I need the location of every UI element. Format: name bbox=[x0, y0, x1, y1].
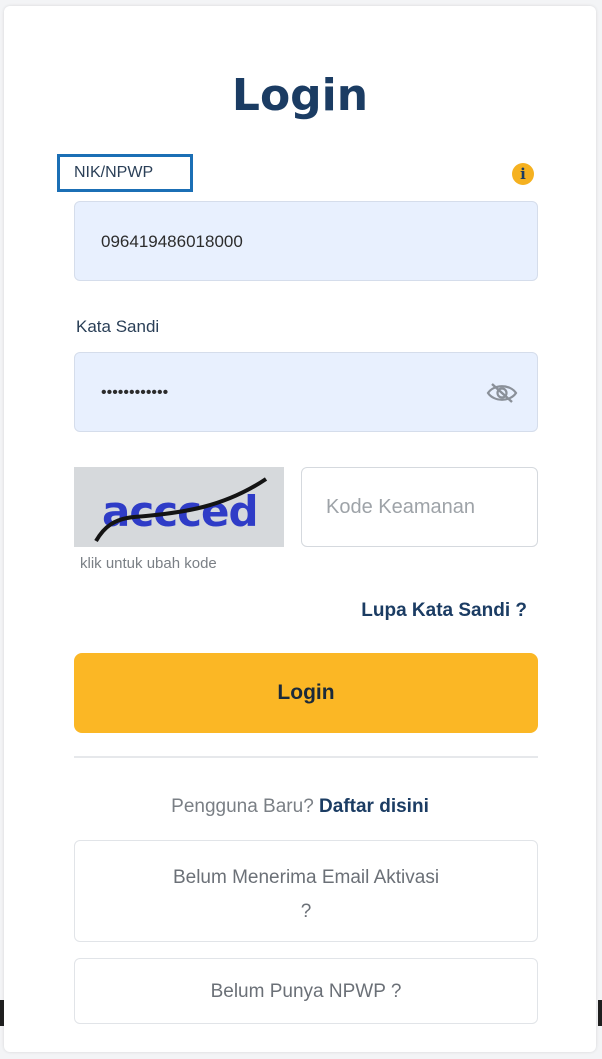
forgot-password-link[interactable]: Lupa Kata Sandi ? bbox=[361, 600, 527, 622]
nik-label: NIK/NPWP bbox=[57, 154, 193, 192]
register-row: Pengguna Baru? Daftar disini bbox=[4, 796, 596, 818]
divider bbox=[74, 756, 538, 758]
info-icon[interactable]: i bbox=[512, 163, 534, 185]
login-card: Login NIK/NPWP i 096419486018000 Kata Sa… bbox=[4, 6, 596, 1052]
page-title: Login bbox=[231, 70, 369, 121]
captcha-hint[interactable]: klik untuk ubah kode bbox=[80, 555, 217, 572]
security-code-input[interactable] bbox=[301, 467, 538, 547]
resend-activation-button[interactable]: Belum Menerima Email Aktivasi ? bbox=[74, 840, 538, 942]
register-link[interactable]: Daftar disini bbox=[319, 796, 429, 817]
no-npwp-button[interactable]: Belum Punya NPWP ? bbox=[74, 958, 538, 1024]
resend-activation-line2: ? bbox=[300, 901, 312, 922]
password-value: •••••••••••• bbox=[101, 384, 169, 401]
eye-slash-icon[interactable] bbox=[485, 380, 519, 406]
nik-field[interactable]: 096419486018000 bbox=[74, 201, 538, 281]
password-field[interactable]: •••••••••••• bbox=[74, 352, 538, 432]
password-label: Kata Sandi bbox=[76, 317, 160, 336]
edge-mark-right bbox=[598, 1000, 602, 1026]
nik-value: 096419486018000 bbox=[101, 232, 243, 251]
edge-mark-left bbox=[0, 1000, 4, 1026]
new-user-text: Pengguna Baru? bbox=[171, 796, 314, 817]
login-button[interactable]: Login bbox=[74, 653, 538, 733]
captcha-image[interactable]: accced bbox=[74, 467, 284, 547]
resend-activation-line1: Belum Menerima Email Aktivasi bbox=[172, 867, 440, 888]
